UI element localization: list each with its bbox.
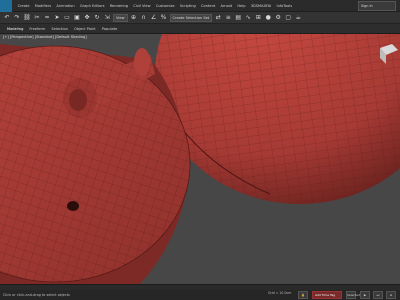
unlink-icon[interactable]: ✂ [33, 14, 41, 22]
menu-help[interactable]: Help [235, 4, 248, 8]
scale-icon[interactable]: ⇲ [103, 14, 111, 22]
status-bar: Click or click-and-drag to select object… [0, 290, 400, 300]
redo-icon[interactable]: ↷ [13, 14, 21, 22]
add-time-tag-button[interactable]: Add Time Tag [312, 291, 342, 299]
rotate-icon[interactable]: ↻ [93, 14, 101, 22]
menu-graph-editors[interactable]: Graph Editors [77, 4, 107, 8]
schematic-icon[interactable]: ⊞ [254, 14, 262, 22]
render-frame-icon[interactable]: ▢ [284, 14, 292, 22]
pivot-icon[interactable]: ⊕ [130, 14, 138, 22]
align-icon[interactable]: ≡ [224, 14, 232, 22]
menu-rendering[interactable]: Rendering [107, 4, 131, 8]
mirror-icon[interactable]: ⇄ [214, 14, 222, 22]
tab-modeling[interactable]: Modeling [4, 27, 26, 31]
tab-object-paint[interactable]: Object Paint [71, 27, 99, 31]
lock-icon[interactable]: 🔒 [298, 291, 308, 299]
ribbon-tabs: Modeling Freeform Selection Object Paint… [0, 24, 400, 34]
undo-icon[interactable]: ↶ [3, 14, 11, 22]
menu-bar: Create Modifiers Animation Graph Editors… [0, 0, 400, 12]
menu-content[interactable]: Content [198, 4, 217, 8]
layer-icon[interactable]: ▤ [234, 14, 242, 22]
app-logo-icon[interactable] [0, 0, 12, 12]
menu-customize[interactable]: Customize [153, 4, 177, 8]
sphere-object[interactable] [155, 34, 400, 204]
render-icon[interactable]: ☕ [294, 14, 302, 22]
menu-animation[interactable]: Animation [54, 4, 78, 8]
snap-icon[interactable]: ∩ [140, 14, 148, 22]
reference-coord-select[interactable]: View [113, 13, 128, 22]
viewport-scene [0, 34, 400, 284]
rect-select-icon[interactable]: ▭ [63, 14, 71, 22]
selection-set-select[interactable]: Create Selection Set [169, 13, 213, 22]
menu-civil-view[interactable]: Civil View [131, 4, 154, 8]
menu-create[interactable]: Create [15, 4, 32, 8]
perspective-viewport[interactable]: [+] [Perspective] [Standard] [Default Sh… [0, 34, 400, 284]
menu-modifiers[interactable]: Modifiers [32, 4, 54, 8]
menu-scripting[interactable]: Scripting [177, 4, 198, 8]
tab-freeform[interactable]: Freeform [26, 27, 48, 31]
menu-plugin[interactable]: 3DSMAXFAI [248, 4, 274, 8]
move-icon[interactable]: ✥ [83, 14, 91, 22]
sign-in-button[interactable]: Sign In [358, 1, 396, 11]
zoom-extents-icon[interactable]: ⊡ [386, 291, 396, 299]
next-frame-icon[interactable]: ⏭ [373, 291, 383, 299]
status-prompt: Click or click-and-drag to select object… [3, 293, 70, 297]
tab-populate[interactable]: Populate [99, 27, 121, 31]
play-icon[interactable]: ▶ [360, 291, 370, 299]
select-icon[interactable]: ➤ [53, 14, 61, 22]
angle-snap-icon[interactable]: ∠ [150, 14, 158, 22]
menu-infotools[interactable]: InfoTools [274, 4, 295, 8]
percent-snap-icon[interactable]: % [160, 14, 168, 22]
main-toolbar: ↶ ↷ ⛓ ✂ ≈ ➤ ▭ ▣ ✥ ↻ ⇲ View ⊕ ∩ ∠ % Creat… [0, 12, 400, 24]
render-setup-icon[interactable]: ⚙ [274, 14, 282, 22]
set-key-button[interactable]: Selected [346, 291, 360, 299]
link-icon[interactable]: ⛓ [23, 14, 31, 22]
curve-editor-icon[interactable]: ∿ [244, 14, 252, 22]
bind-icon[interactable]: ≈ [43, 14, 51, 22]
grid-readout: Grid = 10.0cm [268, 291, 292, 295]
viewport-label[interactable]: [+] [Perspective] [Standard] [Default Sh… [3, 35, 87, 39]
material-editor-icon[interactable]: ● [264, 14, 272, 22]
tab-selection[interactable]: Selection [48, 27, 71, 31]
window-crossing-icon[interactable]: ▣ [73, 14, 81, 22]
menu-arnold[interactable]: Arnold [218, 4, 235, 8]
